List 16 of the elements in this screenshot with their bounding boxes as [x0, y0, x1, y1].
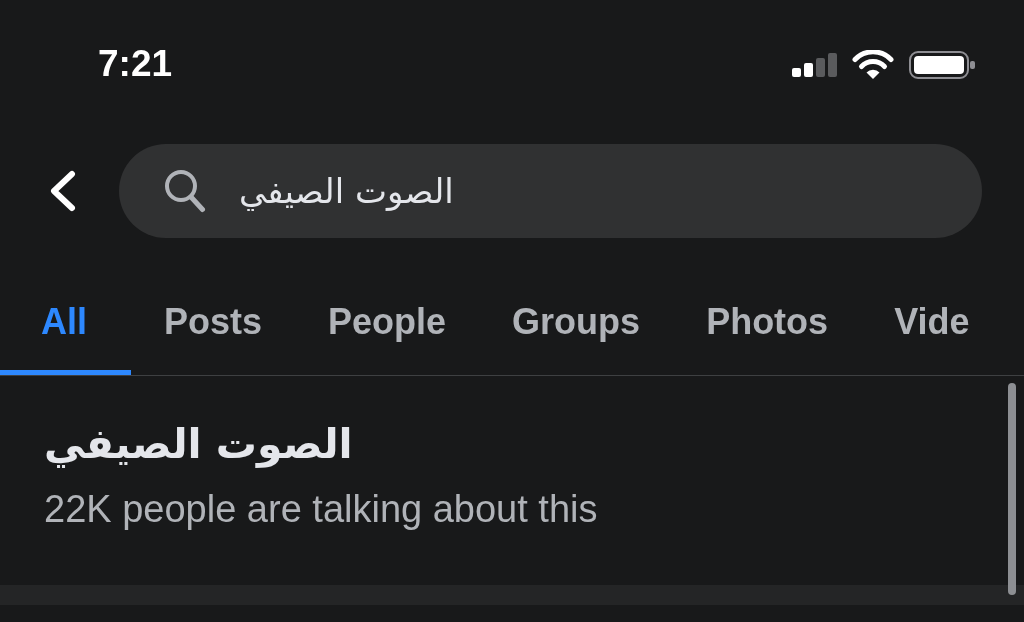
- battery-icon: [909, 51, 975, 79]
- tab[interactable]: Posts: [131, 252, 296, 375]
- signal-icon: [792, 53, 837, 77]
- tab[interactable]: Groups: [479, 252, 674, 375]
- search-icon: [164, 169, 206, 213]
- tab[interactable]: People: [295, 252, 480, 375]
- search-field[interactable]: الصوت الصيفي: [119, 144, 982, 238]
- chevron-left-icon: [48, 170, 76, 212]
- back-button[interactable]: [48, 170, 76, 212]
- tab[interactable]: Vide: [861, 252, 1003, 375]
- status-time: 7:21: [98, 42, 173, 86]
- result-title[interactable]: الصوت الصيفي: [44, 416, 353, 472]
- wifi-icon: [852, 50, 894, 80]
- result-subtitle: 22K people are talking about this: [44, 487, 598, 532]
- tab[interactable]: All: [0, 252, 131, 375]
- tab[interactable]: Photos: [673, 252, 862, 375]
